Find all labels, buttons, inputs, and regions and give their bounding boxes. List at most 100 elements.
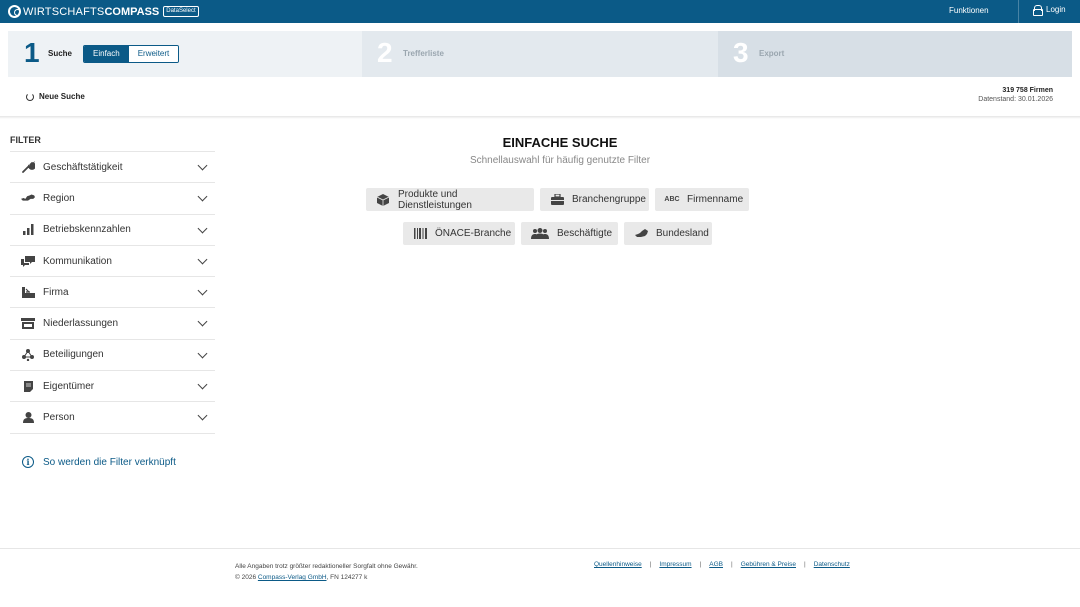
document-icon — [21, 380, 35, 392]
footer-link-quellenhinweise[interactable]: Quellenhinweise — [594, 561, 642, 568]
chevron-down-icon — [197, 223, 208, 234]
filter-label: Betriebskennzahlen — [43, 224, 131, 236]
filter-item-person[interactable]: Person — [10, 402, 215, 434]
mode-simple-button[interactable]: Einfach — [84, 46, 129, 62]
filter-label: Kommunikation — [43, 255, 112, 267]
quick-filter-label: Produkte und Dienstleistungen — [397, 188, 472, 211]
lock-icon — [1033, 5, 1043, 16]
result-stats: 319 758 Firmen Datenstand: 30.01.2026 — [978, 87, 1053, 103]
step-label: Export — [759, 49, 785, 58]
step-label: Suche — [48, 49, 73, 58]
quick-filter-label: Beschäftigte — [557, 228, 613, 239]
austria-map-icon — [634, 228, 648, 240]
chevron-down-icon — [197, 317, 208, 327]
chevron-down-icon — [197, 191, 208, 202]
quick-filter-oenace[interactable]: ÖNACE-Branche — [403, 222, 515, 245]
chat-bubbles-icon — [21, 255, 35, 267]
quick-filter-label: ÖNACE-Branche — [435, 228, 512, 239]
step-number: 1 — [24, 37, 40, 68]
filter-item-betriebskennzahlen[interactable]: Betriebskennzahlen — [10, 215, 215, 246]
filter-label: Person — [43, 412, 75, 424]
footer-separator: | — [804, 561, 806, 568]
header-divider-shadow — [0, 116, 1080, 119]
briefcase-icon — [550, 194, 564, 206]
logo-text-light: WIRTSCHAFTS — [23, 5, 105, 18]
quick-filter-label: Branchengruppe — [572, 194, 646, 205]
filter-label: Niederlassungen — [43, 318, 119, 330]
filter-label: Firma — [43, 286, 69, 298]
step-number: 3 — [733, 37, 749, 68]
page-title: EINFACHE SUCHE — [502, 135, 618, 150]
copyright-suffix: , FN 124277 k — [326, 574, 368, 581]
filter-help-link[interactable]: i So werden die Filter verknüpft — [22, 456, 176, 468]
barcode-icon — [413, 228, 427, 240]
login-button[interactable]: Login — [1033, 5, 1066, 16]
network-icon — [21, 348, 35, 361]
compass-logo-icon — [8, 5, 21, 18]
step-label: Trefferliste — [403, 49, 444, 58]
filter-list: Geschäftstätigkeit Region Betriebskennza… — [10, 151, 215, 434]
footer-disclaimer: Alle Angaben trotz größter redaktionelle… — [235, 563, 418, 570]
filter-item-eigentuemer[interactable]: Eigentümer — [10, 371, 215, 403]
chevron-down-icon — [197, 348, 208, 359]
chevron-down-icon — [197, 285, 208, 296]
quick-filter-firmenname[interactable]: ABC Firmenname — [655, 188, 749, 211]
quick-filter-beschaeftigte[interactable]: Beschäftigte — [521, 222, 618, 245]
filter-item-beteiligungen[interactable]: Beteiligungen — [10, 340, 215, 372]
company-link[interactable]: Compass-Verlag GmbH — [258, 574, 327, 581]
step-results[interactable]: 2 Trefferliste — [362, 31, 718, 77]
footer-link-datenschutz[interactable]: Datenschutz — [814, 561, 850, 568]
quick-filter-bundesland[interactable]: Bundesland — [624, 222, 712, 245]
footer-links: Quellenhinweise | Impressum | AGB | Gebü… — [594, 561, 850, 568]
chevron-down-icon — [197, 410, 208, 421]
login-label: Login — [1046, 5, 1066, 14]
footer-link-gebuehren[interactable]: Gebühren & Preise — [741, 561, 796, 568]
package-icon — [376, 193, 390, 206]
filter-item-firma[interactable]: Firma — [10, 277, 215, 309]
filter-item-niederlassungen[interactable]: Niederlassungen — [10, 308, 215, 340]
logo-text-bold: COMPASS — [104, 5, 160, 18]
wirtschaftscompass-logo[interactable]: WIRTSCHAFTS COMPASS DataSelect — [8, 4, 199, 19]
footer-link-agb[interactable]: AGB — [709, 561, 723, 568]
filter-item-kommunikation[interactable]: Kommunikation — [10, 246, 215, 278]
footer-copyright: © 2026 Compass-Verlag GmbH, FN 124277 k — [235, 572, 418, 583]
storefront-icon — [21, 318, 35, 330]
functions-menu[interactable]: Funktionen — [949, 6, 989, 15]
step-number: 2 — [377, 37, 393, 68]
quick-filter-branchengruppe[interactable]: Branchengruppe — [540, 188, 649, 211]
header-divider — [1018, 0, 1019, 23]
footer-separator: | — [649, 561, 652, 568]
person-icon — [21, 412, 35, 424]
new-search-button[interactable]: Neue Suche — [26, 92, 85, 101]
region-map-icon — [21, 192, 35, 204]
footer-separator: | — [699, 561, 702, 568]
step-search[interactable]: 1 Suche Einfach Erweitert — [8, 31, 362, 77]
footer-separator: | — [731, 561, 733, 568]
refresh-icon — [26, 92, 34, 101]
info-icon: i — [22, 456, 34, 468]
dataselect-badge: DataSelect — [163, 6, 199, 17]
search-mode-toggle: Einfach Erweitert — [83, 45, 180, 63]
new-search-label: Neue Suche — [39, 92, 85, 101]
chevron-down-icon — [197, 379, 208, 390]
filter-item-region[interactable]: Region — [10, 183, 215, 215]
footer-link-impressum[interactable]: Impressum — [659, 561, 691, 568]
top-navigation-bar: WIRTSCHAFTS COMPASS DataSelect Funktione… — [0, 0, 1080, 23]
factory-icon — [21, 286, 35, 298]
data-date: Datenstand: 30.01.2026 — [978, 96, 1053, 103]
group-icon — [531, 228, 549, 240]
filter-label: Eigentümer — [43, 380, 95, 392]
page-subtitle: Schnellauswahl für häufig genutzte Filte… — [469, 155, 651, 166]
wizard-steps: 1 Suche Einfach Erweitert 2 Trefferliste… — [8, 31, 1072, 77]
step-export[interactable]: 3 Export — [718, 31, 1072, 77]
filter-label: Region — [43, 192, 75, 204]
footer-legal: Alle Angaben trotz größter redaktionelle… — [235, 561, 418, 583]
quick-filter-label: Bundesland — [656, 228, 709, 239]
quick-filter-produkte[interactable]: Produkte und Dienstleistungen — [366, 188, 534, 211]
bar-chart-icon — [21, 224, 35, 236]
quick-filter-label: Firmenname — [687, 194, 744, 205]
copyright-prefix: © 2026 — [235, 574, 258, 581]
abc-icon: ABC — [664, 196, 680, 203]
filter-help-label: So werden die Filter verknüpft — [43, 456, 176, 468]
mode-advanced-button[interactable]: Erweitert — [128, 46, 179, 62]
